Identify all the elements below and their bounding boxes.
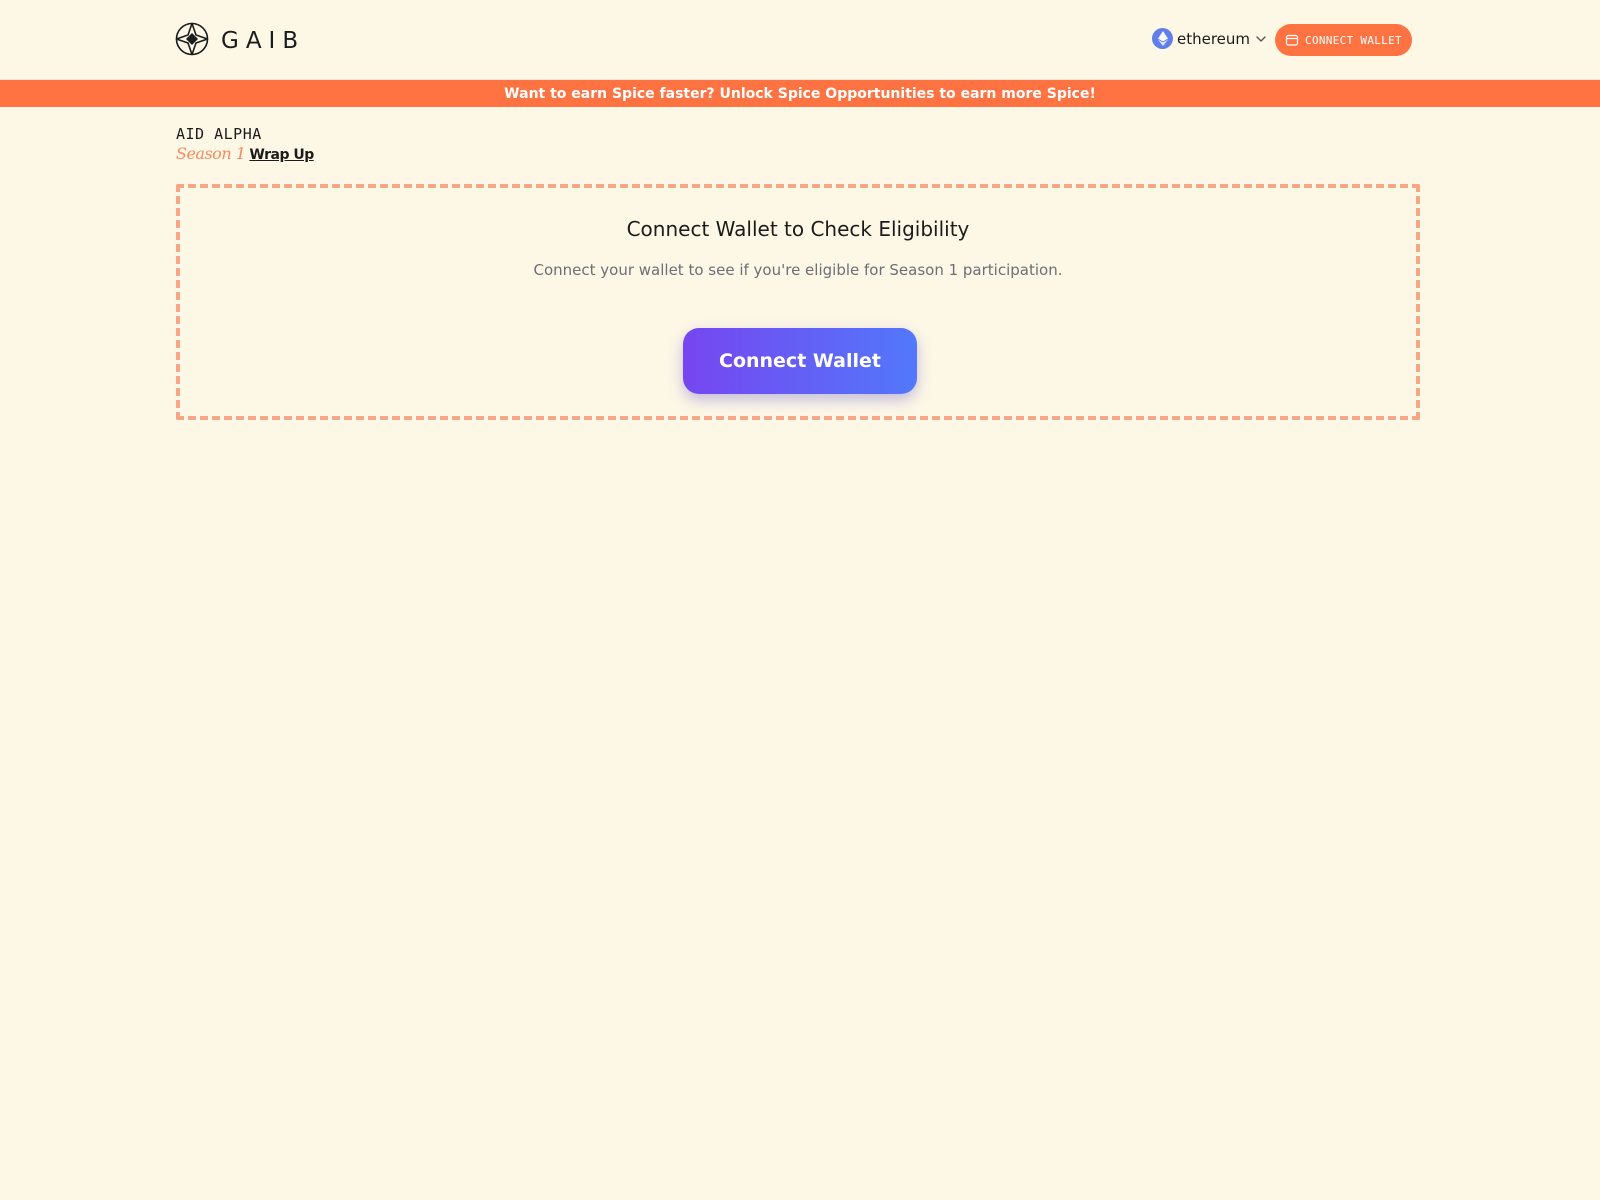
- eligibility-card: Connect Wallet to Check Eligibility Conn…: [176, 184, 1420, 420]
- page-subtitle: Season 1 Wrap Up: [176, 144, 314, 165]
- gaib-wordmark: GAIB: [221, 28, 305, 51]
- network-label: ethereum: [1177, 29, 1251, 48]
- gaib-logo[interactable]: GAIB: [175, 22, 315, 56]
- eligibility-description: Connect your wallet to see if you're eli…: [533, 261, 1063, 279]
- season-label: Season 1: [176, 144, 246, 163]
- connect-wallet-button[interactable]: Connect Wallet: [683, 328, 917, 394]
- page-heading: AID ALPHA Season 1 Wrap Up: [176, 124, 314, 165]
- header-connect-wallet-button[interactable]: CONNECT WALLET: [1275, 24, 1412, 56]
- header-connect-wallet-label: CONNECT WALLET: [1305, 33, 1402, 47]
- connect-wallet-label: Connect Wallet: [719, 350, 881, 372]
- page-title: AID ALPHA: [176, 125, 262, 143]
- top-header: GAIB ethereum CONNECT WALLET: [0, 0, 1600, 80]
- promo-banner[interactable]: Want to earn Spice faster? Unlock Spice …: [0, 80, 1600, 107]
- gaib-wordmark-text: GAIB: [221, 28, 305, 51]
- eligibility-title: Connect Wallet to Check Eligibility: [626, 217, 970, 241]
- network-selector[interactable]: ethereum: [1152, 28, 1267, 49]
- promo-banner-text: Want to earn Spice faster? Unlock Spice …: [504, 85, 1096, 102]
- wallet-icon: [1285, 34, 1299, 46]
- gaib-logo-icon: [175, 22, 209, 56]
- wrap-up-link[interactable]: Wrap Up: [249, 145, 314, 165]
- chevron-down-icon: [1256, 35, 1266, 42]
- ethereum-icon: [1152, 28, 1173, 49]
